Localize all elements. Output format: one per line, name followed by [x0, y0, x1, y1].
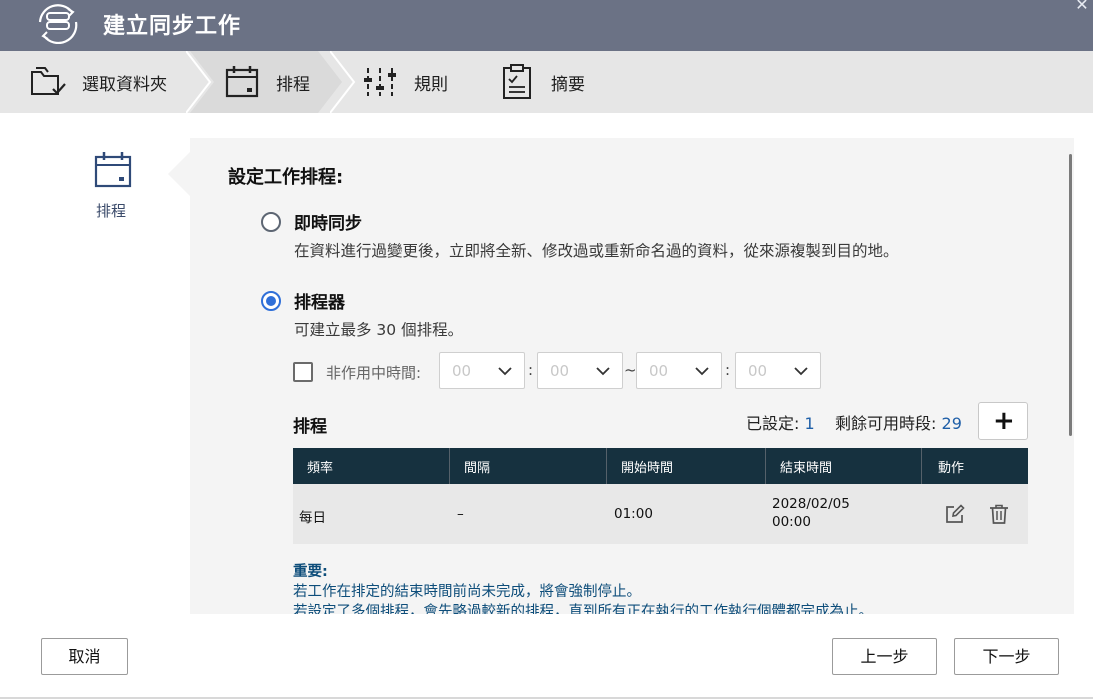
remaining-value: 29: [941, 414, 962, 433]
scheduler-desc: 可建立最多 30 個排程。: [294, 321, 464, 339]
start-time-cell: 01:00: [614, 506, 653, 522]
rail-label: 排程: [96, 202, 127, 220]
step-select-folder[interactable]: 選取資料夾: [28, 51, 167, 113]
time-colon: :: [528, 361, 534, 379]
select-value: 00: [452, 362, 472, 380]
range-tilde: ~: [624, 361, 637, 379]
table-row[interactable]: 每日 – 01:00 2028/02/05 00:00: [293, 484, 1028, 544]
schedule-table-header: 頻率 間隔 開始時間 結束時間 動作: [293, 448, 1028, 484]
chevron-down-icon: [596, 367, 610, 376]
column-header: 間隔: [450, 448, 607, 484]
close-button[interactable]: ✕: [1073, 0, 1091, 14]
time-colon: :: [725, 361, 731, 379]
step-label: 摘要: [551, 74, 585, 95]
panel-scrollbar[interactable]: [1069, 154, 1072, 436]
select-value: 00: [748, 362, 768, 380]
next-button[interactable]: 下一步: [954, 638, 1059, 675]
inactive-time-checkbox[interactable]: [293, 362, 313, 382]
inactive-end-hour-select[interactable]: 00: [636, 352, 722, 389]
frequency-cell: 每日: [299, 510, 326, 526]
schedule-table-title: 排程: [293, 417, 327, 437]
folder-check-icon: [31, 67, 66, 95]
calendar-icon: [94, 152, 132, 188]
step-label: 規則: [414, 74, 448, 95]
panel-pointer: [168, 152, 190, 196]
title-bar: 建立同步工作 ✕: [0, 0, 1093, 51]
realtime-sync-radio[interactable]: [261, 212, 281, 232]
column-header: 動作: [938, 461, 965, 476]
wizard-stepper: 選取資料夾 排程 規則 摘要: [0, 51, 1093, 113]
sliders-icon: [364, 68, 396, 96]
step-label: 排程: [276, 74, 310, 95]
set-count-value: 1: [804, 414, 815, 433]
schedule-stats: 已設定: 1 剩餘可用時段: 29: [746, 410, 962, 434]
edit-icon[interactable]: [944, 503, 966, 525]
schedule-panel: 設定工作排程: 即時同步 在資料進行過變更後，立即將全新、修改過或重新命名過的資…: [190, 138, 1074, 614]
set-count-label: 已設定:: [746, 414, 800, 433]
end-date-cell: 2028/02/05: [772, 496, 850, 512]
chevron-down-icon: [498, 367, 512, 376]
step-separator: [330, 51, 356, 113]
window-title: 建立同步工作: [103, 14, 242, 39]
step-schedule[interactable]: 排程: [222, 51, 310, 113]
chevron-down-icon: [794, 367, 808, 376]
interval-cell: –: [457, 506, 464, 522]
add-schedule-button[interactable]: +: [978, 402, 1028, 440]
step-separator: [186, 51, 212, 113]
column-header: 開始時間: [607, 448, 766, 484]
inactive-start-minute-select[interactable]: 00: [537, 352, 623, 389]
end-time-cell: 00:00: [772, 514, 811, 530]
clipboard-icon: [503, 64, 531, 99]
inactive-end-minute-select[interactable]: 00: [735, 352, 821, 389]
remaining-label: 剩餘可用時段:: [835, 414, 937, 433]
sync-drive-icon: [38, 4, 78, 44]
important-heading: 重要:: [293, 564, 328, 580]
calendar-icon: [225, 66, 259, 98]
scheduler-title: 排程器: [294, 293, 345, 313]
trash-icon[interactable]: [988, 503, 1010, 525]
section-heading: 設定工作排程:: [228, 167, 344, 188]
plus-icon: +: [993, 406, 1015, 436]
column-header: 頻率: [293, 448, 450, 484]
important-note: 重要: 若工作在排定的結束時間前尚未完成，將會強制停止。 若設定了多個排程，會先…: [293, 562, 873, 614]
select-value: 00: [649, 362, 669, 380]
inactive-start-hour-select[interactable]: 00: [439, 352, 525, 389]
cancel-button[interactable]: 取消: [41, 638, 128, 675]
previous-button[interactable]: 上一步: [832, 638, 937, 675]
step-label: 選取資料夾: [82, 74, 167, 95]
important-line: 若設定了多個排程，會先略過較新的排程，直到所有正在執行的工作執行個體都完成為止。: [293, 604, 873, 614]
chevron-down-icon: [695, 367, 709, 376]
realtime-sync-desc: 在資料進行過變更後，立即將全新、修改過或重新命名過的資料，從來源複製到目的地。: [294, 242, 899, 260]
scheduler-radio[interactable]: [261, 291, 281, 311]
important-line: 若工作在排定的結束時間前尚未完成，將會強制停止。: [293, 584, 641, 600]
inactive-time-label: 非作用中時間:: [326, 364, 422, 382]
step-summary[interactable]: 摘要: [497, 51, 585, 113]
column-header: 結束時間: [766, 448, 922, 484]
select-value: 00: [550, 362, 570, 380]
step-rules[interactable]: 規則: [360, 51, 448, 113]
realtime-sync-title: 即時同步: [294, 214, 362, 234]
